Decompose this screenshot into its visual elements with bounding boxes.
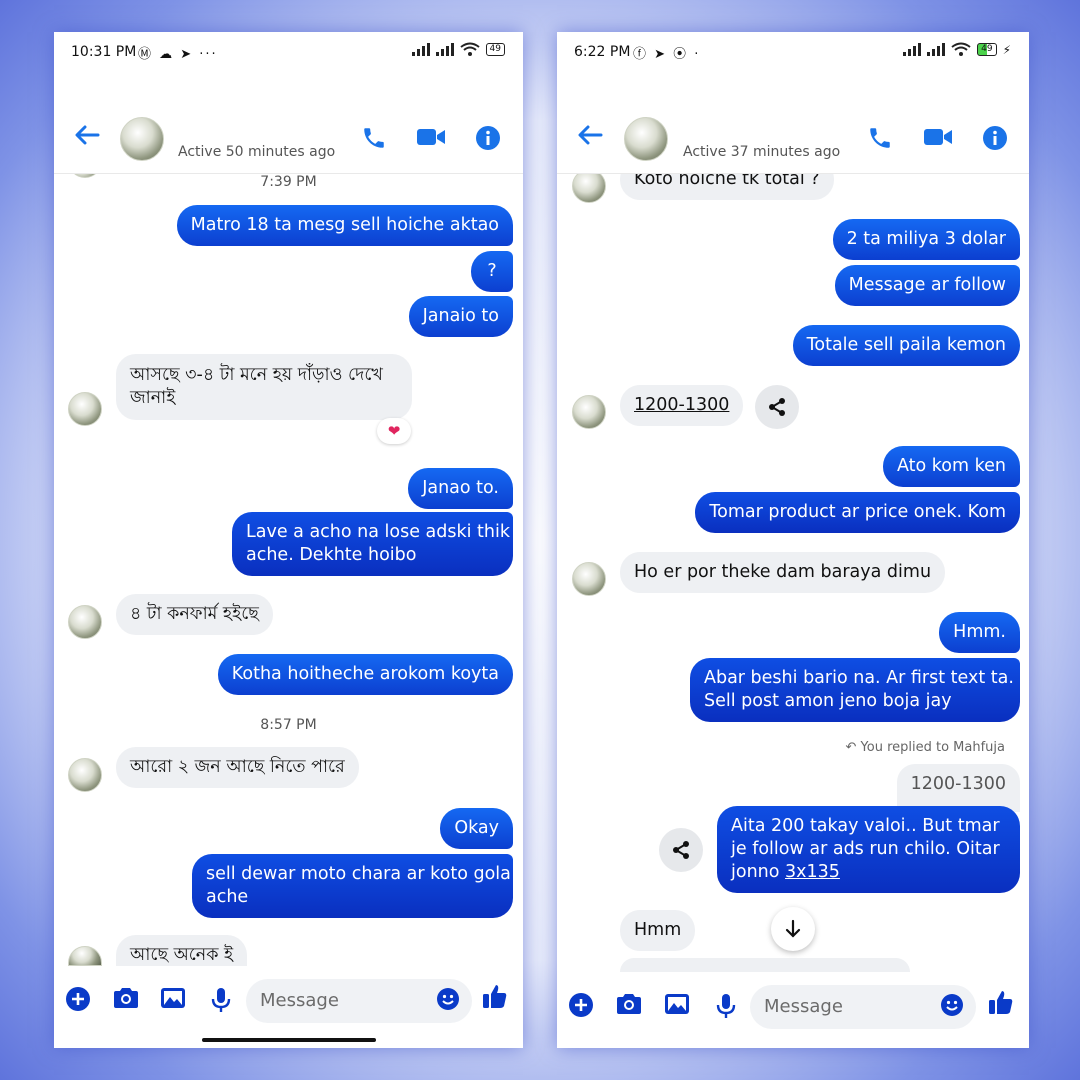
message-text: jonno xyxy=(731,862,786,882)
message-in[interactable]: Ho er por theke dam baraya dimu xyxy=(620,552,946,593)
message-list[interactable]: Koto hoiche tk total ? 2 ta miliya 3 dol… xyxy=(557,32,1029,1048)
contact-avatar xyxy=(68,605,102,639)
contact-avatar xyxy=(68,758,102,792)
message-input[interactable]: Message xyxy=(246,979,472,1023)
phone-icon[interactable] xyxy=(361,125,391,155)
info-icon[interactable] xyxy=(982,125,1012,155)
message-out[interactable]: Janaio to xyxy=(408,296,513,337)
emoji-icon[interactable] xyxy=(436,987,462,1013)
message-line: Aita 200 takay valoi.. But tmar xyxy=(731,816,1000,836)
message-line: Abar beshi bario na. Ar first text ta. xyxy=(704,668,1014,688)
plus-icon[interactable] xyxy=(65,986,93,1014)
camera-icon[interactable] xyxy=(615,992,643,1020)
contact-avatar[interactable] xyxy=(120,117,164,161)
message-line: je follow ar ads run chilo. Oitar xyxy=(731,839,1000,859)
message-line: জানাই xyxy=(130,388,176,408)
reply-label: You replied to Mahfuja xyxy=(860,740,1005,755)
message-out[interactable]: Lave a acho na lose adski thik ache. Dek… xyxy=(232,512,513,576)
heart-icon[interactable]: ❤ xyxy=(377,418,411,444)
conversation-header: Active 50 minutes ago xyxy=(54,80,523,174)
message-in[interactable]: আসছে ৩-৪ টা মনে হয় দাঁড়াও দেখে জানাই xyxy=(116,354,412,420)
left-screenshot: 10:31 PM Ⓜ ☁ ➤ ··· 49 Active 50 minutes … xyxy=(54,32,523,1048)
contact-avatar xyxy=(572,562,606,596)
plus-icon[interactable] xyxy=(568,992,596,1020)
message-list[interactable]: 7:39 PM Matro 18 ta mesg sell hoiche akt… xyxy=(54,32,523,1048)
message-out[interactable]: Totale sell paila kemon xyxy=(792,325,1020,366)
message-link[interactable]: 1200-1300 xyxy=(634,395,729,415)
message-line: ache xyxy=(206,887,249,907)
contact-avatar xyxy=(572,395,606,429)
right-screenshot: 6:22 PM ⓕ ➤ ⦿ · 49 ⚡ Active 37 minutes a… xyxy=(557,32,1029,1048)
gallery-icon[interactable] xyxy=(664,992,692,1020)
back-arrow-icon[interactable] xyxy=(577,124,603,148)
message-composer: Message xyxy=(557,972,1029,1042)
contact-avatar xyxy=(68,392,102,426)
message-out[interactable]: ? xyxy=(471,251,513,292)
video-icon[interactable] xyxy=(416,125,446,155)
emoji-icon[interactable] xyxy=(940,993,966,1019)
camera-icon[interactable] xyxy=(112,986,140,1014)
contact-avatar xyxy=(68,946,102,966)
reply-indicator: ↶ You replied to Mahfuja xyxy=(845,740,1005,755)
contact-avatar[interactable] xyxy=(624,117,668,161)
message-in[interactable]: 1200-1300 xyxy=(620,385,744,426)
arrow-down-icon[interactable] xyxy=(771,907,815,951)
message-in[interactable]: Hmm xyxy=(620,910,696,951)
back-arrow-icon[interactable] xyxy=(74,124,100,148)
message-out[interactable]: 2 ta miliya 3 dolar xyxy=(832,219,1020,260)
like-icon[interactable] xyxy=(988,988,1016,1016)
message-out[interactable]: Tomar product ar price onek. Kom xyxy=(695,492,1020,533)
reply-icon: ↶ xyxy=(845,740,857,755)
message-in[interactable]: আরো ২ জন আছে নিতে পারে xyxy=(116,747,359,788)
video-icon[interactable] xyxy=(923,125,953,155)
conversation-header: Active 37 minutes ago xyxy=(557,80,1029,174)
message-in-partial xyxy=(620,958,910,972)
message-out[interactable]: Okay xyxy=(440,808,513,849)
quoted-message[interactable]: 1200-1300 xyxy=(896,764,1020,812)
message-line: jonno 3x135 xyxy=(731,861,1006,884)
message-out[interactable]: Aita 200 takay valoi.. But tmar je follo… xyxy=(717,806,1020,893)
timestamp: 7:39 PM xyxy=(260,174,317,190)
phone-icon[interactable] xyxy=(867,125,897,155)
share-icon[interactable] xyxy=(659,828,703,872)
message-out[interactable]: Hmm. xyxy=(939,612,1020,653)
timestamp: 8:57 PM xyxy=(260,717,317,733)
contact-avatar xyxy=(572,169,606,203)
info-icon[interactable] xyxy=(475,125,505,155)
message-out[interactable]: Message ar follow xyxy=(834,265,1020,306)
message-placeholder: Message xyxy=(764,996,843,1017)
like-icon[interactable] xyxy=(482,982,510,1010)
message-out[interactable]: Janao to. xyxy=(408,468,513,509)
message-line: Lave a acho na lose adski thik xyxy=(246,522,511,542)
message-line: ache. Dekhte hoibo xyxy=(246,545,417,565)
message-out[interactable]: Matro 18 ta mesg sell hoiche aktao xyxy=(176,205,513,246)
message-composer: Message xyxy=(54,966,523,1036)
message-line: আসছে ৩-৪ টা মনে হয় দাঁড়াও দেখে xyxy=(130,365,383,385)
message-line: sell dewar moto chara ar koto gola xyxy=(206,864,511,884)
mic-icon[interactable] xyxy=(210,986,238,1014)
gallery-icon[interactable] xyxy=(160,986,188,1014)
message-link[interactable]: 3x135 xyxy=(785,862,840,882)
mic-icon[interactable] xyxy=(715,992,743,1020)
message-input[interactable]: Message xyxy=(750,985,976,1029)
active-status: Active 50 minutes ago xyxy=(178,144,336,160)
active-status: Active 37 minutes ago xyxy=(683,144,841,160)
home-indicator[interactable] xyxy=(202,1038,376,1042)
message-out[interactable]: Abar beshi bario na. Ar first text ta. S… xyxy=(690,658,1020,722)
message-placeholder: Message xyxy=(260,990,339,1011)
message-out[interactable]: Kotha hoitheche arokom koyta xyxy=(217,654,513,695)
message-out[interactable]: Ato kom ken xyxy=(883,446,1020,487)
message-out[interactable]: sell dewar moto chara ar koto gola ache xyxy=(192,854,513,918)
message-line: Sell post amon jeno boja jay xyxy=(704,691,952,711)
share-icon[interactable] xyxy=(755,385,799,429)
message-in[interactable]: ৪ টা কনফার্ম হইছে xyxy=(116,594,273,635)
